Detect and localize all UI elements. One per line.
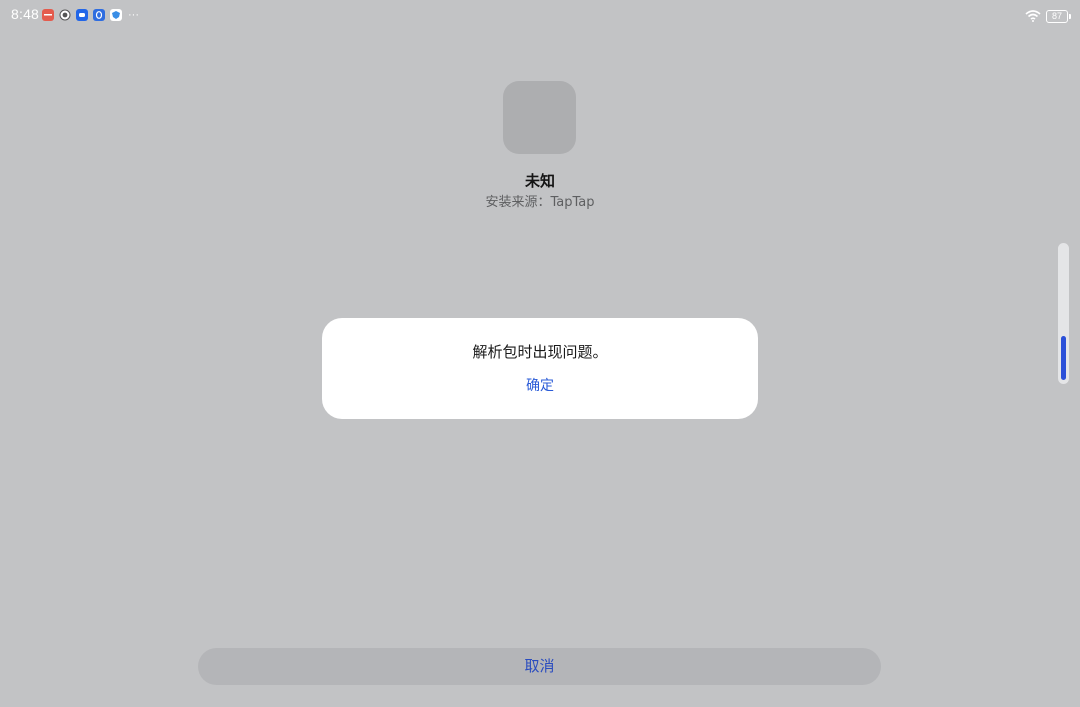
status-right: 87 (1025, 7, 1071, 26)
error-dialog: 解析包时出现问题。 确定 (322, 318, 758, 419)
notification-icons: ··· (42, 9, 139, 21)
cancel-button[interactable]: 取消 (198, 648, 881, 685)
lightblue-app-icon (110, 9, 122, 21)
install-source: 安装来源：TapTap (485, 195, 595, 210)
circle-app-icon (59, 9, 71, 21)
red-app-icon (42, 9, 54, 21)
scrollbar-thumb[interactable] (1061, 336, 1066, 380)
app-icon (503, 81, 576, 154)
scrollbar[interactable] (1058, 243, 1069, 384)
battery-indicator: 87 (1046, 10, 1071, 23)
app-name: 未知 (524, 172, 555, 190)
status-time: 8:48 (11, 6, 40, 22)
status-bar: 8:48 ··· 87 (0, 0, 1080, 30)
more-notifications-icon: ··· (128, 9, 139, 21)
blue-chat-icon (76, 9, 88, 21)
wifi-icon (1025, 7, 1041, 26)
dialog-message: 解析包时出现问题。 (472, 343, 608, 361)
confirm-button[interactable]: 确定 (490, 373, 590, 399)
blue-shield-icon (93, 9, 105, 21)
